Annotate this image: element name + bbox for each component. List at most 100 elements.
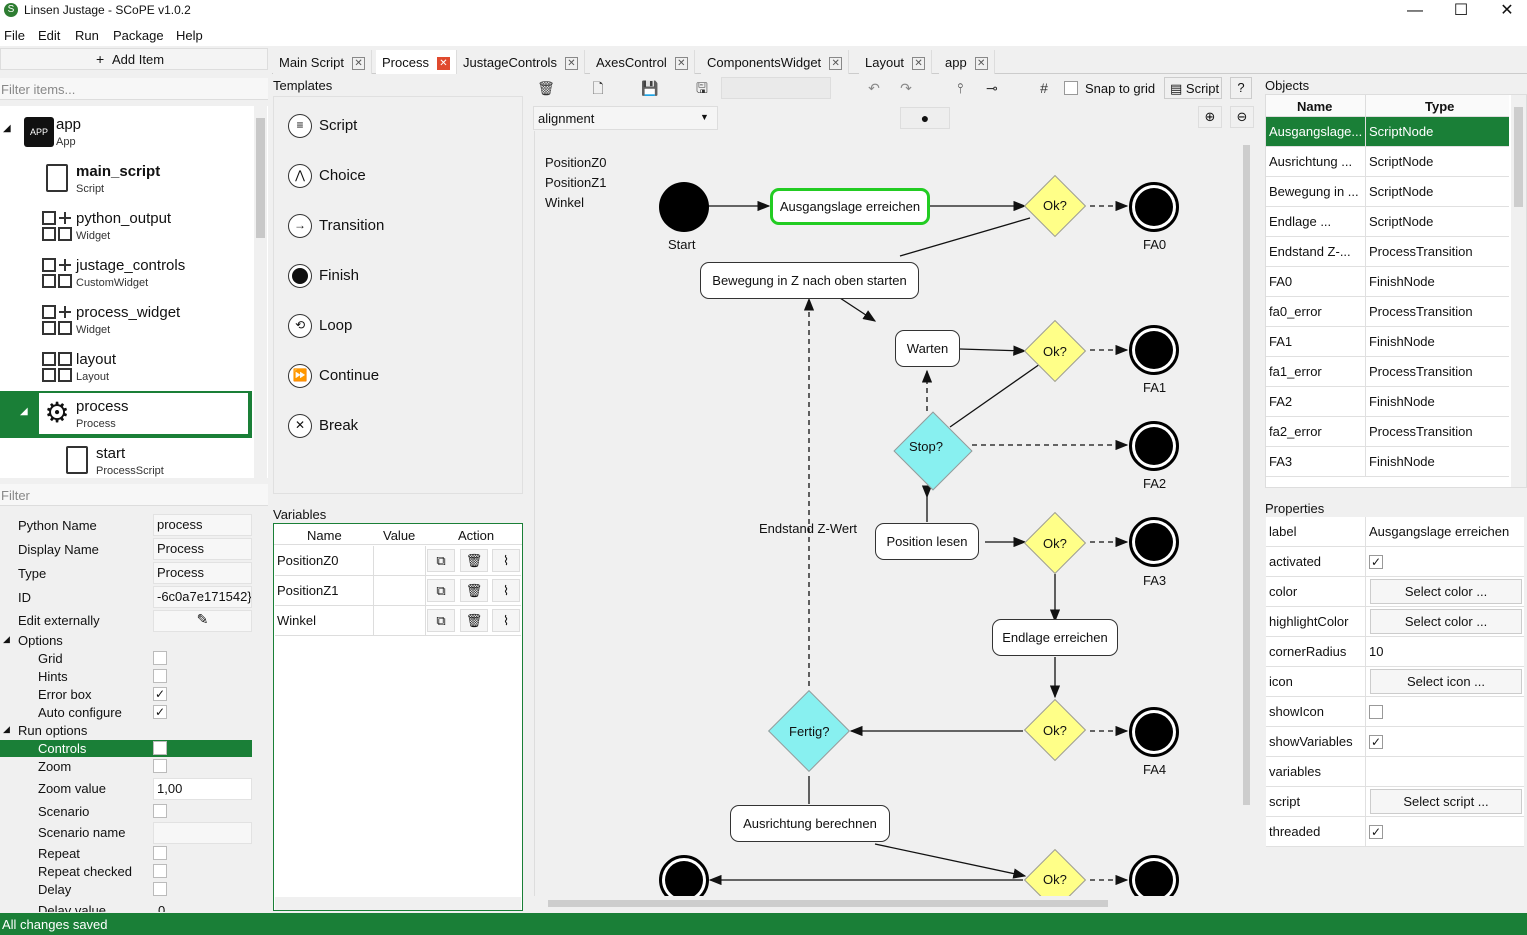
object-row[interactable]: Ausrichtung ... ScriptNode (1266, 147, 1509, 177)
process-canvas[interactable]: PositionZ0 PositionZ1 Winkel Start Ausgang… (534, 131, 1240, 896)
undo-icon[interactable]: ↶ (863, 78, 885, 100)
trash-icon[interactable]: 🗑 (460, 549, 488, 572)
controls-checkbox[interactable] (153, 741, 167, 755)
node-position[interactable]: Position lesen (875, 523, 979, 560)
grid-icon[interactable]: # (1033, 78, 1055, 100)
prop-row-show-icon[interactable]: showIcon (1266, 697, 1524, 727)
object-row[interactable]: Endlage ... ScriptNode (1266, 207, 1509, 237)
finish-fa1[interactable] (1129, 325, 1179, 375)
zoom-out-icon[interactable]: ⊖ (1230, 106, 1254, 128)
tree-item-python-output[interactable]: python_output Widget (0, 203, 252, 250)
menu-package[interactable]: Package (113, 28, 164, 43)
trash-icon[interactable]: 🗑 (460, 579, 488, 602)
toolbar-field[interactable] (721, 77, 831, 99)
objects-scrollbar[interactable] (1511, 95, 1526, 487)
node-ausgangslage[interactable]: Ausgangslage erreichen (770, 188, 930, 225)
tree-item-process-widget[interactable]: process_widget Widget (0, 297, 252, 344)
help-button[interactable]: ? (1230, 77, 1252, 99)
attach-icon[interactable]: ⌇ (492, 609, 520, 632)
repeat-checked-checkbox[interactable] (153, 864, 167, 878)
menu-run[interactable]: Run (75, 28, 99, 43)
add-item-button[interactable]: + Add Item (0, 48, 268, 70)
prop-row-variables[interactable]: variables (1266, 757, 1524, 787)
tab-process[interactable]: Process ✕ (376, 50, 457, 74)
zoom-checkbox[interactable] (153, 759, 167, 773)
prop-row-highlight-color[interactable]: highlightColor Select color ... (1266, 607, 1524, 637)
auto-configure-checkbox[interactable]: ✓ (153, 705, 167, 719)
object-row[interactable]: Bewegung in ... ScriptNode (1266, 177, 1509, 207)
prop-row-icon[interactable]: icon Select icon ... (1266, 667, 1524, 697)
scenario-checkbox[interactable] (153, 804, 167, 818)
delay-checkbox[interactable] (153, 882, 167, 896)
menu-help[interactable]: Help (176, 28, 203, 43)
expand-arrow-icon[interactable]: ◢ (20, 406, 28, 417)
object-row[interactable]: FA0 FinishNode (1266, 267, 1509, 297)
tree-item-justage-controls[interactable]: justage_controls CustomWidget (0, 250, 252, 297)
copy-icon[interactable]: ⧉ (427, 549, 455, 572)
variable-row[interactable]: PositionZ1 ⧉ 🗑 ⌇ (275, 576, 521, 606)
tree-item-start[interactable]: start ProcessScript (0, 438, 252, 478)
attach-icon[interactable]: ⌇ (492, 549, 520, 572)
filter-items-input[interactable]: Filter items... (0, 78, 268, 100)
prop-row-color[interactable]: color Select color ... (1266, 577, 1524, 607)
object-row[interactable]: fa0_error ProcessTransition (1266, 297, 1509, 327)
grid-checkbox[interactable] (153, 651, 167, 665)
display-name-field[interactable]: Process (153, 538, 252, 560)
save-as-icon[interactable]: 🖫 (691, 78, 713, 100)
prop-row-show-variables[interactable]: showVariables ✓ (1266, 727, 1524, 757)
collapse-arrow-icon[interactable]: ◢ (3, 724, 10, 735)
filter-props-input[interactable]: Filter (0, 484, 268, 506)
collapse-arrow-icon[interactable]: ◢ (3, 634, 10, 645)
prop-row-threaded[interactable]: threaded ✓ (1266, 817, 1524, 847)
prop-row-label[interactable]: label Ausgangslage erreichen (1266, 517, 1524, 547)
tree-item-layout[interactable]: layout Layout (0, 344, 252, 391)
save-icon[interactable]: 💾 (639, 78, 661, 100)
trash-icon[interactable]: 🗑 (535, 78, 557, 100)
node-endlage[interactable]: Endlage erreichen (992, 619, 1118, 656)
snap-to-grid-checkbox[interactable] (1064, 81, 1078, 95)
new-file-icon[interactable]: 🗋 (587, 78, 609, 100)
object-row[interactable]: fa2_error ProcessTransition (1266, 417, 1509, 447)
tree-item-app[interactable]: ◢ APP app App (0, 109, 252, 156)
repeat-checkbox[interactable] (153, 846, 167, 860)
tab-components-widget[interactable]: ComponentsWidget ✕ (701, 50, 850, 74)
scenario-name-field[interactable] (153, 822, 252, 844)
copy-icon[interactable]: ⧉ (427, 609, 455, 632)
hints-checkbox[interactable] (153, 669, 167, 683)
object-row[interactable]: Endstand Z-... ProcessTransition (1266, 237, 1509, 267)
minimize-icon[interactable]: — (1392, 0, 1438, 24)
tab-app[interactable]: app ✕ (939, 50, 995, 74)
variable-row[interactable]: Winkel ⧉ 🗑 ⌇ (275, 606, 521, 636)
node-warten[interactable]: Warten (895, 330, 960, 367)
tree-item-process[interactable]: ◢ ⚙ process Process (0, 391, 252, 438)
copy-icon[interactable]: ⧉ (427, 579, 455, 602)
node-ausrichtung[interactable]: Ausrichtung berechnen (730, 805, 890, 842)
maximize-icon[interactable]: ☐ (1438, 0, 1484, 24)
finish-fa4[interactable] (1129, 707, 1179, 757)
tree-item-main-script[interactable]: main_script Script (0, 156, 252, 203)
attach-icon[interactable]: ⌇ (492, 579, 520, 602)
finish-fa2[interactable] (1129, 421, 1179, 471)
object-row[interactable]: fa1_error ProcessTransition (1266, 357, 1509, 387)
object-row-selected[interactable]: Ausgangslage... ScriptNode (1266, 117, 1509, 147)
finish-fa3[interactable] (1129, 517, 1179, 567)
redo-icon[interactable]: ↷ (895, 78, 917, 100)
script-button[interactable]: ▤ Script (1164, 77, 1222, 99)
variables-hscrollbar[interactable] (275, 897, 521, 910)
node-bewegung[interactable]: Bewegung in Z nach oben starten (700, 262, 919, 299)
tree-scrollbar[interactable] (254, 106, 267, 478)
expand-arrow-icon[interactable]: ◢ (3, 123, 11, 134)
tab-layout[interactable]: Layout ✕ (859, 50, 933, 74)
tab-main-script[interactable]: Main Script ✕ (273, 50, 373, 74)
transition-endstand[interactable]: Endstand Z-Wert (759, 521, 857, 536)
start-node[interactable] (659, 182, 709, 232)
python-name-field[interactable]: process (153, 514, 252, 536)
variable-row[interactable]: PositionZ0 ⧉ 🗑 ⌇ (275, 546, 521, 576)
alignment-dropdown[interactable]: alignment ▼ (533, 106, 718, 130)
prop-row-activated[interactable]: activated ✓ (1266, 547, 1524, 577)
trash-icon[interactable]: 🗑 (460, 609, 488, 632)
menu-file[interactable]: File (4, 28, 25, 43)
align-vertical-icon[interactable]: ⫯ (949, 78, 971, 100)
error-box-checkbox[interactable]: ✓ (153, 687, 167, 701)
edit-externally-icon[interactable]: ✎ (153, 610, 252, 632)
